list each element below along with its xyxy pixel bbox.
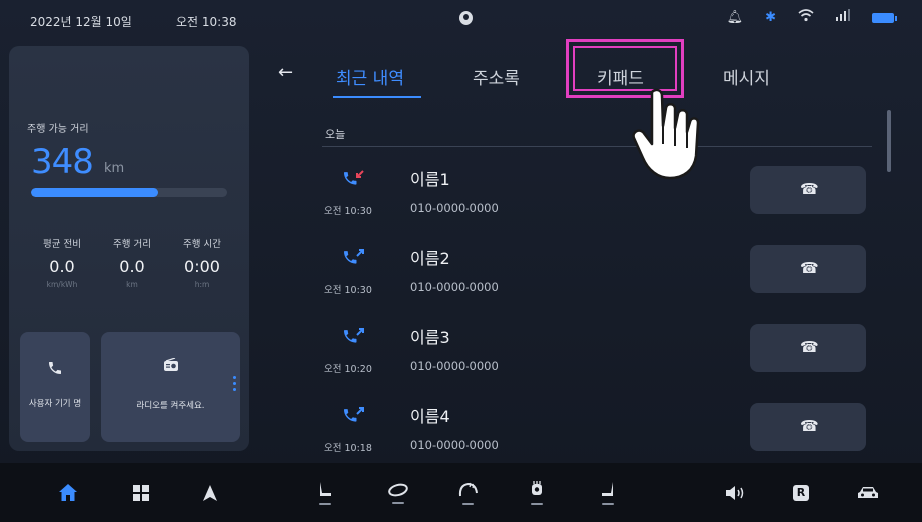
seat-passenger-level	[602, 502, 614, 505]
car-icon[interactable]	[848, 463, 888, 522]
outgoing-call-icon	[342, 247, 366, 271]
phone-device-name: 사용자 기기 명	[28, 399, 82, 409]
phone-number: 010-0000-0000	[410, 280, 499, 294]
tab-recent[interactable]: 최근 내역	[336, 64, 404, 89]
stat-value: 0:00	[184, 257, 220, 276]
stat-unit: km	[126, 280, 138, 289]
call-log-row[interactable]: 오전 10:18 이름4 010-0000-0000 ☎︎	[322, 403, 872, 469]
status-date: 2022년 12월 10일	[30, 15, 132, 29]
call-button[interactable]: ☎︎	[750, 166, 866, 214]
call-time: 오전 10:18	[324, 443, 372, 454]
status-time: 오전 10:38	[176, 15, 237, 29]
defrost-level	[462, 502, 474, 505]
seat-heat-icon[interactable]	[517, 463, 557, 522]
radio-card[interactable]: 라디오를 켜주세요.	[101, 332, 240, 442]
call-log-row[interactable]: 오전 10:30 이름2 010-0000-0000 ☎︎	[322, 245, 872, 311]
call-button[interactable]: ☎︎	[750, 324, 866, 372]
stat-time: 주행 시간 0:00 h:m	[167, 236, 237, 289]
phone-icon: ☎︎	[800, 259, 819, 277]
stat-label: 주행 시간	[183, 239, 221, 250]
call-button[interactable]: ☎︎	[750, 403, 866, 451]
phone-icon: ☎︎	[800, 338, 819, 356]
climate-fan-icon[interactable]	[378, 463, 418, 522]
stat-unit: km/kWh	[46, 280, 78, 289]
phone-device-card[interactable]: 사용자 기기 명	[20, 332, 90, 442]
tab-messages[interactable]: 메시지	[723, 64, 770, 89]
call-log-row[interactable]: 오전 10:20 이름3 010-0000-0000 ☎︎	[322, 324, 872, 390]
pointing-hand-icon	[632, 88, 700, 180]
seat-driver-level	[319, 502, 331, 505]
phone-number: 010-0000-0000	[410, 359, 499, 373]
trip-stats: 평균 전비 0.0 km/kWh 주행 거리 0.0 km 주행 시간 0:00…	[27, 236, 237, 289]
status-icons: 🔔︎ ✱	[726, 8, 897, 28]
range-progress-fill	[31, 188, 159, 197]
defrost-rear-icon[interactable]	[448, 463, 488, 522]
call-time: 오전 10:30	[324, 206, 372, 217]
battery-icon	[872, 13, 897, 23]
phone-icon: ☎︎	[800, 417, 819, 435]
stat-label: 평균 전비	[43, 239, 81, 250]
call-log-row[interactable]: 오전 10:30 이름1 010-0000-0000 ☎︎	[322, 166, 872, 232]
phone-number: 010-0000-0000	[410, 201, 499, 215]
range-value: 348	[31, 142, 94, 182]
bluetooth-icon: ✱	[765, 10, 776, 25]
volume-icon[interactable]	[716, 463, 756, 522]
bell-icon: 🔔︎	[726, 10, 744, 25]
phone-icon	[47, 360, 63, 380]
stat-unit: h:m	[194, 280, 210, 289]
apps-grid-icon[interactable]	[121, 463, 161, 522]
navigation-icon[interactable]	[190, 463, 230, 522]
stat-distance: 주행 거리 0.0 km	[97, 236, 167, 289]
contact-name: 이름2	[410, 249, 450, 268]
stat-efficiency: 평균 전비 0.0 km/kWh	[27, 236, 97, 289]
stat-label: 주행 거리	[113, 239, 151, 250]
more-options-icon[interactable]	[233, 376, 236, 391]
stat-value: 0.0	[119, 257, 145, 276]
missed-call-icon	[342, 168, 366, 192]
outgoing-call-icon	[342, 326, 366, 350]
outgoing-call-icon	[342, 405, 366, 429]
fan-level	[392, 501, 404, 504]
phone-number: 010-0000-0000	[410, 438, 499, 452]
tab-contacts[interactable]: 주소록	[473, 64, 520, 89]
seat-passenger-icon[interactable]	[588, 463, 628, 522]
call-time: 오전 10:20	[324, 364, 372, 375]
status-bar: 2022년 12월 10일 오전 10:38 🔔︎ ✱	[0, 0, 922, 42]
contact-name: 이름3	[410, 328, 450, 347]
section-divider	[322, 146, 872, 147]
stat-value: 0.0	[49, 257, 75, 276]
active-tab-indicator	[333, 96, 421, 98]
phone-icon: ☎︎	[800, 180, 819, 198]
contact-name: 이름4	[410, 407, 450, 426]
signal-icon	[836, 9, 850, 27]
bottom-dock: R	[0, 463, 922, 522]
range-label: 주행 가능 거리	[27, 124, 89, 135]
radio-icon	[163, 357, 179, 376]
contact-name: 이름1	[410, 170, 450, 189]
home-icon[interactable]	[48, 463, 88, 522]
rear-camera-label: R	[793, 484, 809, 501]
screen: 2022년 12월 10일 오전 10:38 🔔︎ ✱ 주행 가능 거리 348…	[0, 0, 922, 522]
range-progress-bar	[31, 188, 227, 197]
user-icon[interactable]	[459, 11, 473, 25]
radio-status-text: 라디오를 켜주세요.	[136, 401, 205, 411]
list-scrollbar[interactable]	[887, 110, 891, 172]
back-arrow-icon[interactable]: ←	[278, 62, 293, 83]
section-label-today: 오늘	[325, 128, 346, 141]
call-button[interactable]: ☎︎	[750, 245, 866, 293]
vehicle-info-panel: 주행 가능 거리 348 km 평균 전비 0.0 km/kWh 주행 거리 0…	[9, 46, 249, 451]
range-unit: km	[104, 161, 125, 176]
seat-driver-icon[interactable]	[305, 463, 345, 522]
seat-heat-level	[531, 502, 543, 505]
rear-camera-icon[interactable]: R	[781, 463, 821, 522]
wifi-icon	[798, 8, 814, 28]
call-time: 오전 10:30	[324, 285, 372, 296]
